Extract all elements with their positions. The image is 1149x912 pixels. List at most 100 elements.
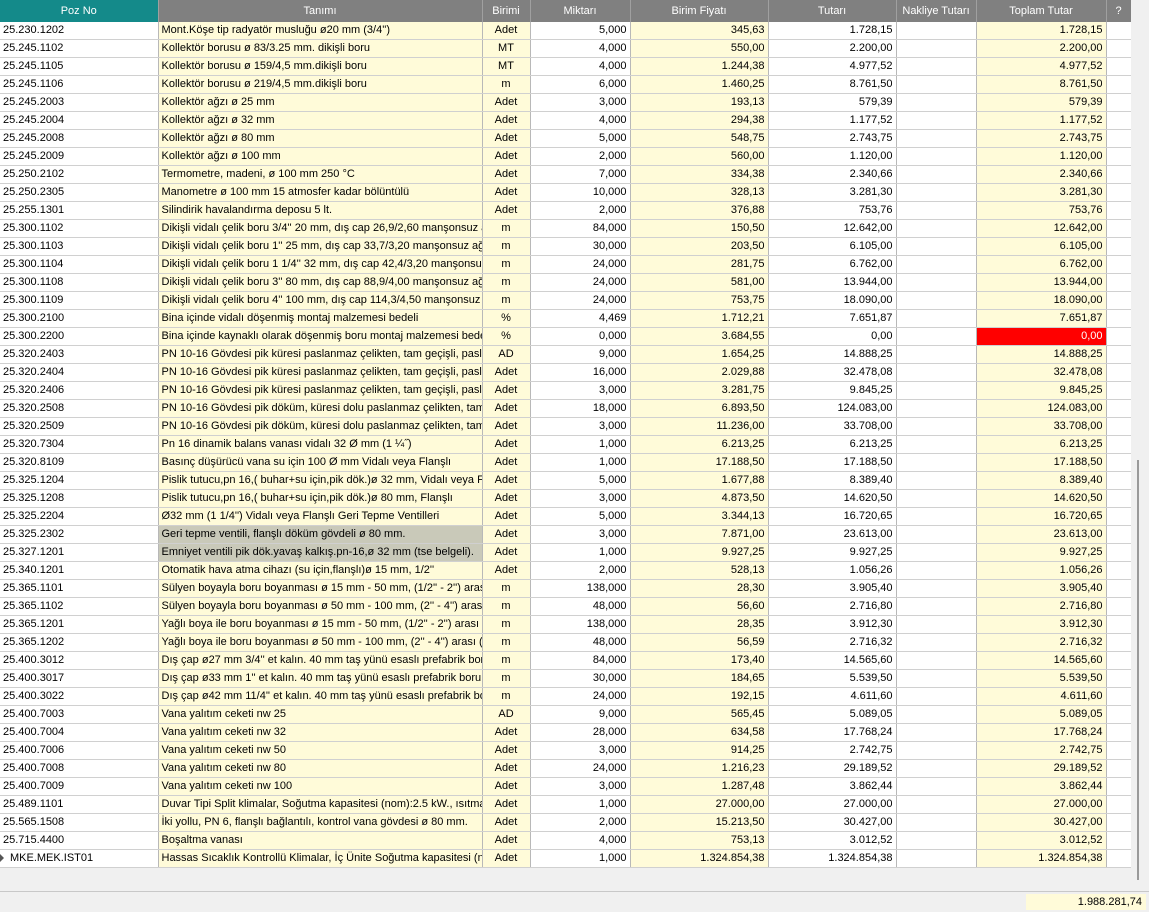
cell-extra[interactable]	[1106, 327, 1132, 346]
cell-miktar[interactable]: 30,000	[530, 237, 631, 256]
cell-poz-no[interactable]: 25.320.2403	[0, 345, 159, 364]
cell-birimi[interactable]: Adet	[482, 201, 531, 220]
cell-nakliye[interactable]	[896, 129, 977, 148]
table-row[interactable]: 25.400.3017 Dış çap ø33 mm 1'' et kalın. …	[0, 669, 1132, 688]
cell-poz-no[interactable]: 25.365.1101	[0, 579, 159, 598]
cell-toplam[interactable]: 753,76	[976, 201, 1107, 220]
cell-tanimi[interactable]: Dış çap ø27 mm 3/4'' et kalın. 40 mm taş…	[158, 651, 483, 670]
cell-extra[interactable]	[1106, 183, 1132, 202]
cell-tutar[interactable]: 0,00	[768, 327, 897, 346]
cell-tutar[interactable]: 1.324.854,38	[768, 849, 897, 868]
cell-tutar[interactable]: 124.083,00	[768, 399, 897, 418]
cell-birimi[interactable]: m	[482, 597, 531, 616]
cell-tutar[interactable]: 3.905,40	[768, 579, 897, 598]
cell-nakliye[interactable]	[896, 435, 977, 454]
cell-toplam[interactable]: 1.728,15	[976, 22, 1107, 40]
table-row[interactable]: 25.255.1301 Silindirik havalandırma depos…	[0, 201, 1132, 220]
cell-nakliye[interactable]	[896, 525, 977, 544]
cell-tanimi[interactable]: Dikişli vidalı çelik boru 4'' 100 mm, dı…	[158, 291, 483, 310]
cell-tutar[interactable]: 8.761,50	[768, 75, 897, 94]
table-row[interactable]: 25.400.7004 Vana yalıtım ceketi nw 32 Adet…	[0, 723, 1132, 742]
cell-birimi[interactable]: m	[482, 687, 531, 706]
cell-toplam[interactable]: 5.539,50	[976, 669, 1107, 688]
cell-birim-fiyat[interactable]: 184,65	[630, 669, 769, 688]
cell-toplam[interactable]: 16.720,65	[976, 507, 1107, 526]
cell-poz-no[interactable]: 25.365.1202	[0, 633, 159, 652]
cell-birim-fiyat[interactable]: 753,75	[630, 291, 769, 310]
cell-tanimi[interactable]: Vana yalıtım ceketi nw 32	[158, 723, 483, 742]
cell-miktar[interactable]: 5,000	[530, 507, 631, 526]
cell-extra[interactable]	[1106, 291, 1132, 310]
table-row[interactable]: 25.230.1202 Mont.Köşe tip radyatör musluğ…	[0, 22, 1132, 40]
cell-birimi[interactable]: Adet	[482, 399, 531, 418]
cell-miktar[interactable]: 3,000	[530, 525, 631, 544]
cell-miktar[interactable]: 18,000	[530, 399, 631, 418]
cell-birim-fiyat[interactable]: 2.029,88	[630, 363, 769, 382]
cell-toplam[interactable]: 27.000,00	[976, 795, 1107, 814]
cell-tanimi[interactable]: Kollektör ağzı ø 25 mm	[158, 93, 483, 112]
cell-poz-no[interactable]: 25.320.7304	[0, 435, 159, 454]
cell-toplam[interactable]: 7.651,87	[976, 309, 1107, 328]
cell-toplam[interactable]: 3.905,40	[976, 579, 1107, 598]
cell-nakliye[interactable]	[896, 849, 977, 868]
cell-nakliye[interactable]	[896, 417, 977, 436]
cell-tanimi[interactable]: Kollektör borusu ø 219/4,5 mm.dikişli bo…	[158, 75, 483, 94]
cell-miktar[interactable]: 24,000	[530, 255, 631, 274]
cell-nakliye[interactable]	[896, 381, 977, 400]
cell-birim-fiyat[interactable]: 334,38	[630, 165, 769, 184]
cell-birim-fiyat[interactable]: 914,25	[630, 741, 769, 760]
cell-birimi[interactable]: m	[482, 669, 531, 688]
table-row[interactable]: 25.400.7008 Vana yalıtım ceketi nw 80 Adet…	[0, 759, 1132, 778]
cell-miktar[interactable]: 1,000	[530, 453, 631, 472]
cell-birim-fiyat[interactable]: 17.188,50	[630, 453, 769, 472]
cell-toplam[interactable]: 32.478,08	[976, 363, 1107, 382]
cell-tanimi[interactable]: Yağlı boya ile boru boyanması ø 50 mm - …	[158, 633, 483, 652]
cell-tutar[interactable]: 5.089,05	[768, 705, 897, 724]
cell-birim-fiyat[interactable]: 581,00	[630, 273, 769, 292]
cell-tutar[interactable]: 8.389,40	[768, 471, 897, 490]
cell-nakliye[interactable]	[896, 201, 977, 220]
col-header-tutari[interactable]: Tutarı	[768, 0, 897, 22]
cell-tanimi[interactable]: Ø32 mm (1 1/4'') Vidalı veya Flanşlı Ger…	[158, 507, 483, 526]
cell-miktar[interactable]: 4,000	[530, 39, 631, 58]
cell-toplam[interactable]: 124.083,00	[976, 399, 1107, 418]
cell-tutar[interactable]: 2.742,75	[768, 741, 897, 760]
cell-tutar[interactable]: 1.120,00	[768, 147, 897, 166]
cell-extra[interactable]	[1106, 723, 1132, 742]
cell-extra[interactable]	[1106, 309, 1132, 328]
cell-tutar[interactable]: 5.539,50	[768, 669, 897, 688]
cell-extra[interactable]	[1106, 615, 1132, 634]
cell-tutar[interactable]: 14.620,50	[768, 489, 897, 508]
table-row[interactable]: 25.300.1109 Dikişli vidalı çelik boru 4''…	[0, 291, 1132, 310]
cell-birim-fiyat[interactable]: 7.871,00	[630, 525, 769, 544]
col-header-poz-no[interactable]: Poz No	[0, 0, 159, 22]
cell-nakliye[interactable]	[896, 183, 977, 202]
cell-birimi[interactable]: Adet	[482, 129, 531, 148]
cell-poz-no[interactable]: 25.300.1108	[0, 273, 159, 292]
table-row[interactable]: 25.250.2305 Manometre ø 100 mm 15 atmosfe…	[0, 183, 1132, 202]
cell-tutar[interactable]: 2.200,00	[768, 39, 897, 58]
cell-tutar[interactable]: 29.189,52	[768, 759, 897, 778]
cell-nakliye[interactable]	[896, 147, 977, 166]
cell-extra[interactable]	[1106, 813, 1132, 832]
cell-tanimi[interactable]: Kollektör ağzı ø 80 mm	[158, 129, 483, 148]
cell-birim-fiyat[interactable]: 1.324.854,38	[630, 849, 769, 868]
cell-extra[interactable]	[1106, 597, 1132, 616]
cell-nakliye[interactable]	[896, 723, 977, 742]
cell-birim-fiyat[interactable]: 345,63	[630, 22, 769, 40]
cell-miktar[interactable]: 138,000	[530, 579, 631, 598]
cell-extra[interactable]	[1106, 795, 1132, 814]
cell-tanimi[interactable]: Otomatik hava atma cihazı (su için,flanş…	[158, 561, 483, 580]
cell-nakliye[interactable]	[896, 75, 977, 94]
cell-extra[interactable]	[1106, 381, 1132, 400]
cell-tutar[interactable]: 14.888,25	[768, 345, 897, 364]
table-row[interactable]: 25.565.1508 İki yollu, PN 6, flanşlı bağl…	[0, 813, 1132, 832]
col-header-nakliye-tutari[interactable]: Nakliye Tutarı	[896, 0, 977, 22]
cell-miktar[interactable]: 48,000	[530, 597, 631, 616]
cell-tanimi[interactable]: Dış çap ø42 mm 11/4'' et kalın. 40 mm ta…	[158, 687, 483, 706]
cell-birim-fiyat[interactable]: 11.236,00	[630, 417, 769, 436]
cell-nakliye[interactable]	[896, 813, 977, 832]
cell-toplam[interactable]: 9.845,25	[976, 381, 1107, 400]
cell-birimi[interactable]: m	[482, 633, 531, 652]
cell-birimi[interactable]: Adet	[482, 543, 531, 562]
